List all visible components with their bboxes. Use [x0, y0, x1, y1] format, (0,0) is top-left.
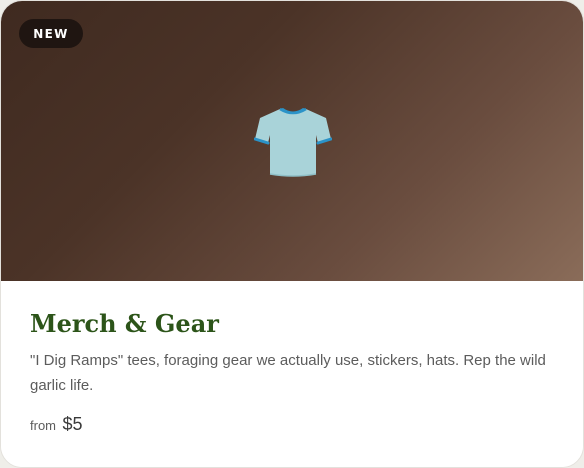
price-value: $5: [62, 414, 83, 434]
card-image: NEW: [1, 1, 583, 281]
card-body: Merch & Gear "I Dig Ramps" tees, foragin…: [1, 281, 583, 467]
price: from $5: [30, 414, 82, 435]
card-description: "I Dig Ramps" tees, foraging gear we act…: [30, 352, 546, 394]
price-prefix: from: [30, 418, 56, 433]
t-shirt-icon: [254, 107, 332, 177]
card-title[interactable]: Merch & Gear: [30, 309, 219, 338]
product-card[interactable]: NEW Merch & Gear "I Dig Ramps" tees, for…: [0, 0, 584, 468]
new-badge: NEW: [19, 19, 83, 48]
